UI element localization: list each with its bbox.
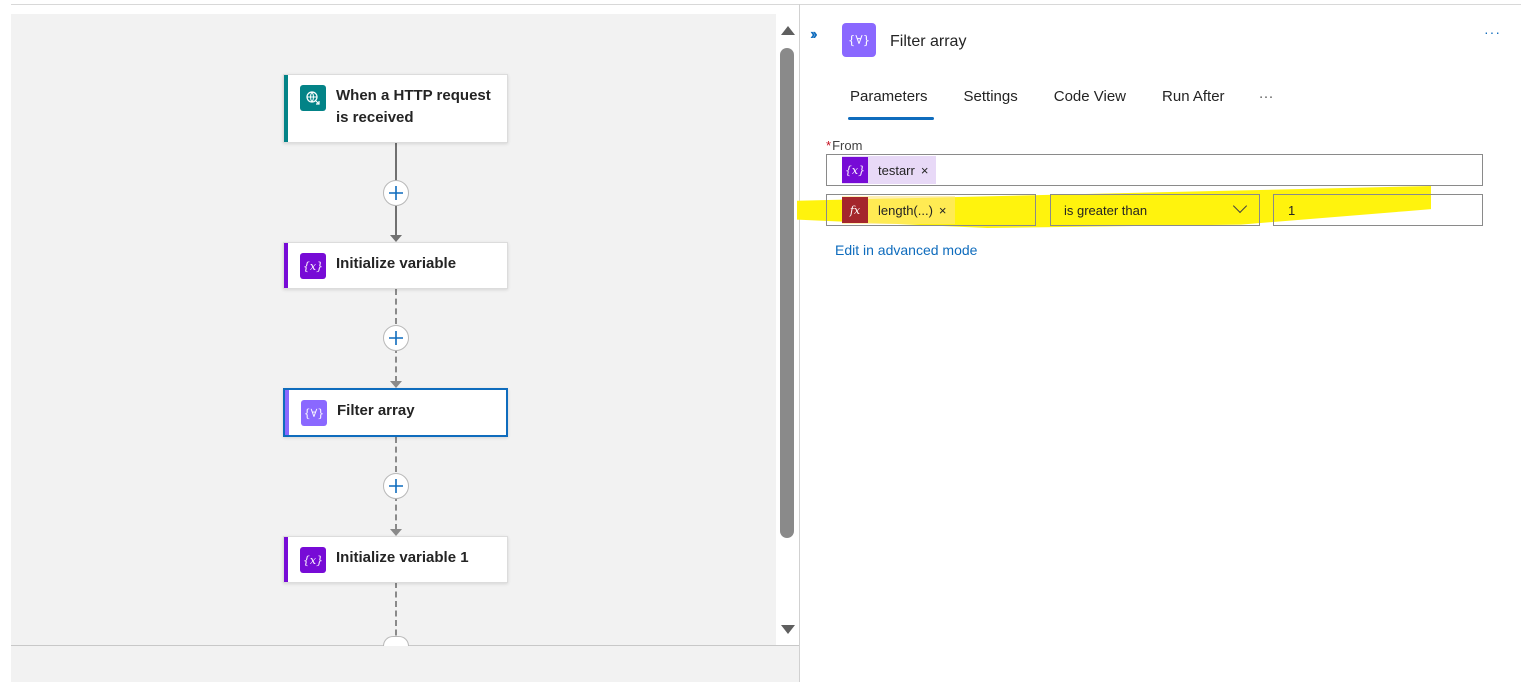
trigger-card-http-request[interactable]: When a HTTP request is received (283, 74, 508, 143)
action-card-initialize-variable[interactable]: {x} Initialize variable (283, 242, 508, 289)
card-accent (284, 75, 288, 142)
scroll-down-icon[interactable] (781, 625, 795, 634)
tab-code-view[interactable]: Code View (1044, 84, 1136, 120)
card-title: Filter array (337, 402, 415, 419)
connector-arrow (390, 235, 402, 242)
scroll-up-icon[interactable] (781, 26, 795, 35)
canvas-footer (11, 645, 799, 682)
function-fx-icon: fx (842, 197, 868, 223)
expression-token[interactable]: fx length(...) × (842, 196, 955, 224)
operator-value: is greater than (1064, 203, 1148, 218)
variable-icon: {x} (300, 253, 326, 279)
from-field[interactable]: {x} testarr × (826, 154, 1483, 186)
card-title: Initialize variable (336, 255, 457, 272)
top-rule (11, 4, 1521, 5)
required-marker: * (826, 138, 832, 153)
http-request-globe-icon (300, 85, 326, 111)
from-field-label: *From (826, 138, 862, 153)
action-card-initialize-variable-1[interactable]: {x} Initialize variable 1 (283, 536, 508, 583)
connector-arrow (390, 529, 402, 536)
scrollbar-thumb[interactable] (780, 48, 794, 538)
from-label-text: From (832, 138, 863, 153)
collapse-panel-chevrons-icon[interactable]: ›› (810, 26, 828, 44)
variable-icon: {x} (300, 547, 326, 573)
filter-array-icon: {∀} (842, 23, 876, 57)
card-title: When a HTTP request is received (336, 87, 491, 126)
plus-icon (389, 479, 403, 493)
insert-step-button[interactable] (383, 636, 409, 646)
condition-operator-dropdown[interactable]: is greater than (1050, 194, 1260, 226)
card-accent (284, 243, 288, 288)
panel-divider (799, 4, 800, 682)
card-title: Initialize variable 1 (336, 549, 469, 566)
connector-arrow (390, 381, 402, 388)
plus-icon (389, 331, 403, 345)
action-card-filter-array[interactable]: {∀} Filter array (283, 388, 508, 437)
variable-icon: {x} (842, 157, 868, 183)
logic-app-designer: When a HTTP request is received {x} Init… (0, 0, 1534, 685)
plus-icon (389, 186, 403, 200)
condition-left-operand[interactable]: fx length(...) × (826, 194, 1036, 226)
tab-parameters[interactable]: Parameters (840, 84, 938, 120)
card-accent (285, 390, 289, 435)
token-label: testarr (878, 162, 915, 178)
edit-advanced-mode-link[interactable]: Edit in advanced mode (835, 242, 977, 258)
filter-array-icon: {∀} (301, 400, 327, 426)
chevron-down-icon (1232, 198, 1248, 214)
remove-token-icon[interactable]: × (939, 203, 955, 218)
panel-title: Filter array (890, 33, 967, 50)
tab-run-after[interactable]: Run After (1152, 84, 1235, 120)
canvas-scrollbar[interactable] (778, 20, 798, 640)
from-token[interactable]: {x} testarr × (842, 156, 937, 184)
panel-tabs: Parameters Settings Code View Run After … (840, 84, 1282, 122)
token-label: length(...) (878, 202, 933, 218)
more-options-icon[interactable]: ··· (1484, 24, 1501, 40)
insert-step-button[interactable] (383, 473, 409, 499)
tab-settings[interactable]: Settings (954, 84, 1028, 120)
insert-step-button[interactable] (383, 325, 409, 351)
condition-right-operand[interactable]: 1 (1273, 194, 1483, 226)
remove-token-icon[interactable]: × (921, 163, 937, 178)
insert-step-button[interactable] (383, 180, 409, 206)
card-accent (284, 537, 288, 582)
tabs-overflow-icon[interactable]: ··· (1251, 84, 1282, 122)
